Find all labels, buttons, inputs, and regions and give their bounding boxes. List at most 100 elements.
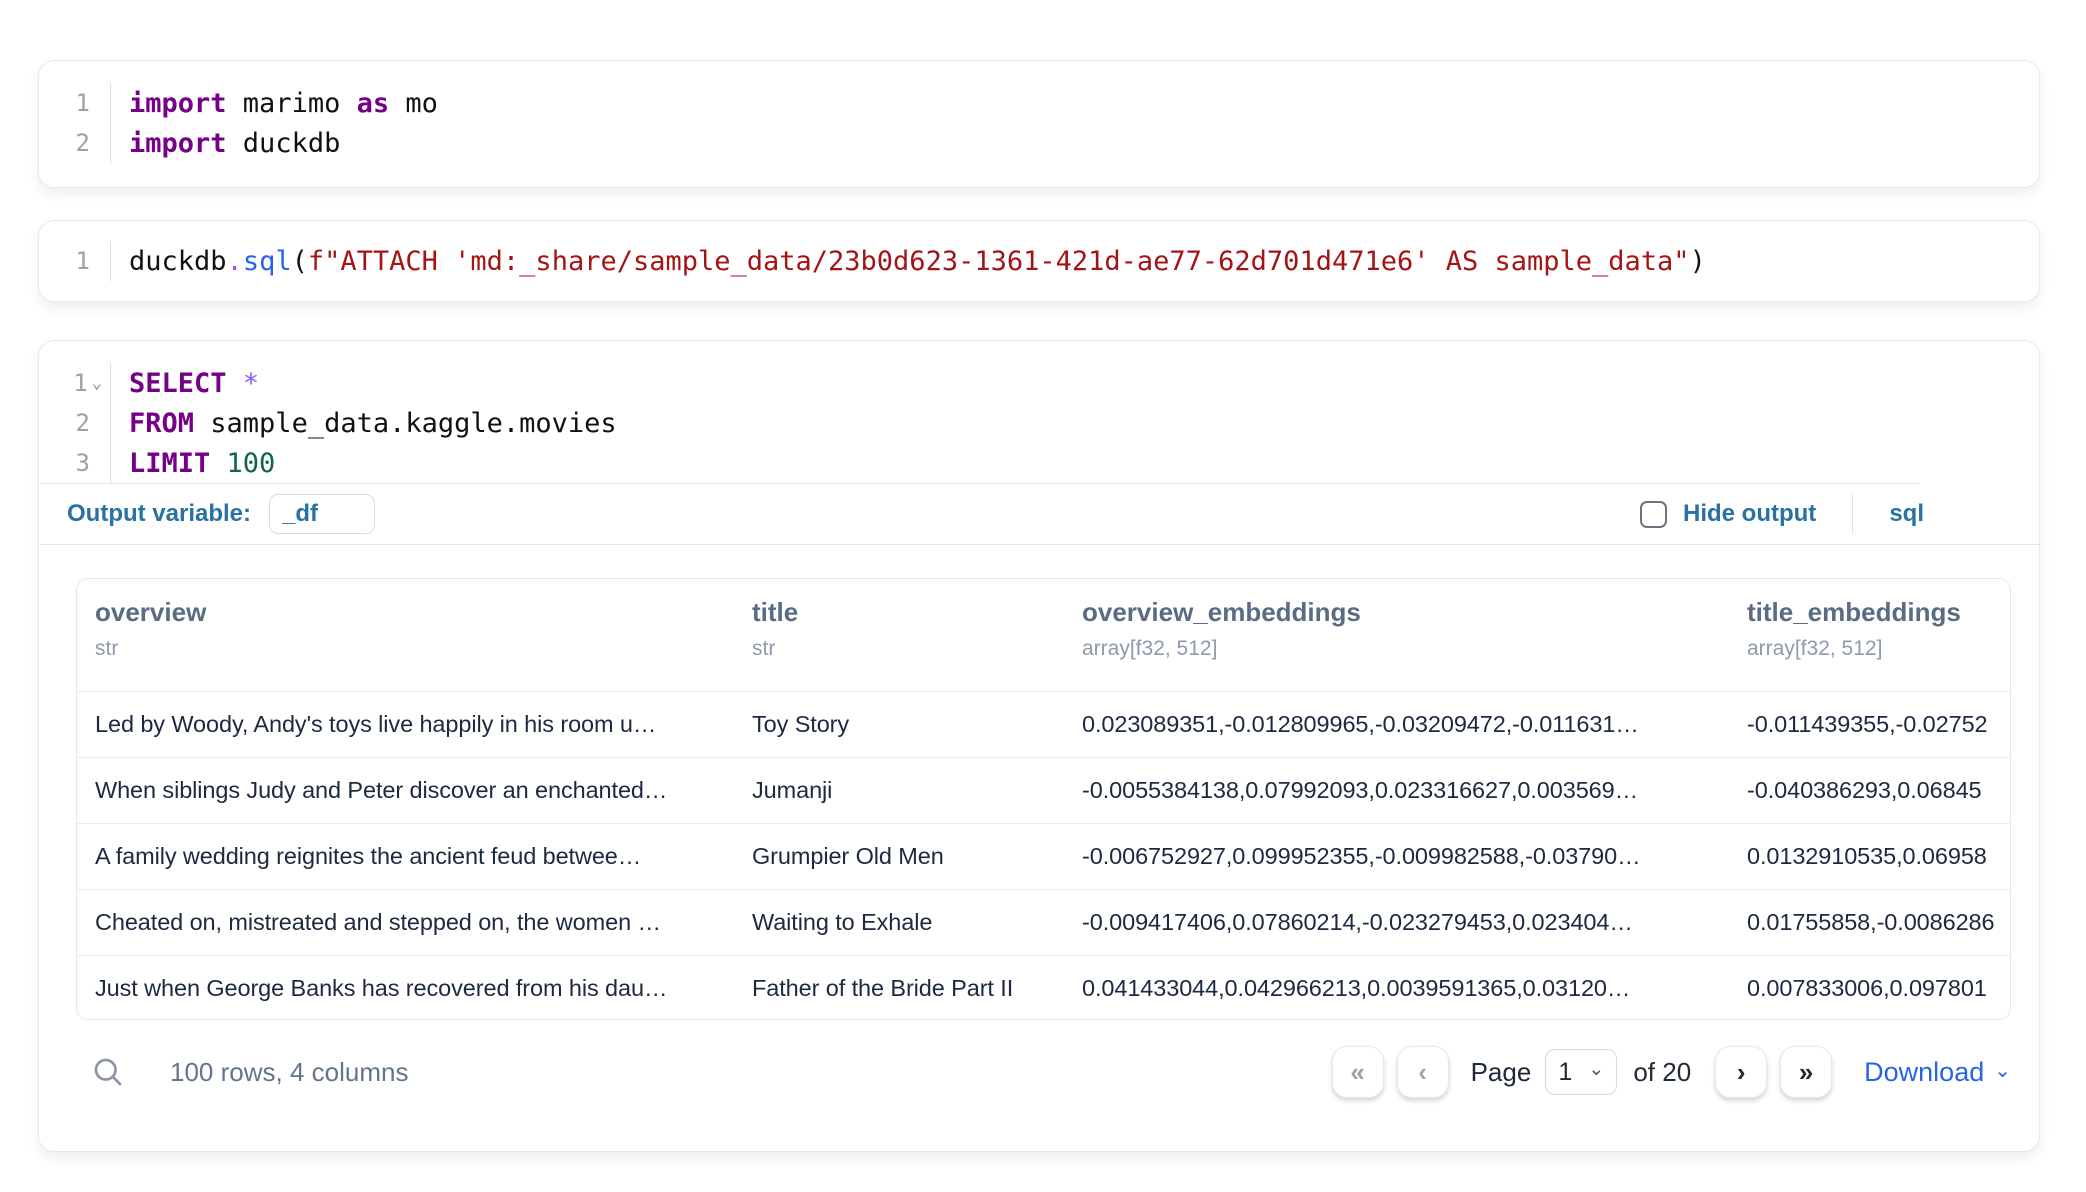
code-token: . [227, 246, 243, 277]
chevron-down-icon: ⌄ [1588, 1058, 1604, 1081]
table-row[interactable]: When siblings Judy and Peter discover an… [77, 757, 2010, 823]
cell-overview: A family wedding reignites the ancient f… [77, 843, 734, 870]
table-row[interactable]: Just when George Banks has recovered fro… [77, 955, 2010, 1020]
line-number: 2 [39, 403, 111, 443]
cell-overview: When siblings Judy and Peter discover an… [77, 777, 734, 804]
cell-title-embeddings: -0.040386293,0.06845 [1729, 777, 2010, 804]
code-token: ( [292, 246, 308, 277]
sql-cell-footer: Output variable: Hide output sql [39, 484, 2039, 545]
code-token: sql [243, 246, 292, 277]
search-icon[interactable] [90, 1054, 126, 1090]
language-toggle-sql[interactable]: sql [1889, 500, 1924, 528]
code-token [227, 368, 243, 399]
code-text: import duckdb [111, 128, 340, 159]
next-page-button[interactable]: › [1715, 1046, 1767, 1098]
code-line[interactable]: 3 LIMIT 100 [39, 443, 2039, 483]
code-editor[interactable]: 1⌄ SELECT * 2 FROM sample_data.kaggle.mo… [39, 341, 2039, 483]
code-editor[interactable]: 1 duckdb.sql(f"ATTACH 'md:_share/sample_… [39, 221, 2039, 281]
page-select[interactable]: 1 ⌄ [1545, 1049, 1617, 1095]
last-page-button[interactable]: » [1780, 1046, 1832, 1098]
column-header-title[interactable]: title str [734, 597, 1064, 691]
code-token: ) [1690, 246, 1706, 277]
column-header-title-embeddings[interactable]: title_embeddings array[f32, 512] [1729, 597, 2010, 691]
column-header-overview-embeddings[interactable]: overview_embeddings array[f32, 512] [1064, 597, 1729, 691]
line-number: 2 [39, 123, 111, 163]
output-variable-input[interactable] [269, 494, 375, 534]
code-token: LIMIT [129, 448, 210, 479]
cell-title: Father of the Bride Part II [734, 975, 1064, 1002]
code-token: 100 [227, 448, 276, 479]
line-number: 1⌄ [39, 363, 111, 403]
cell-overview-embeddings: -0.0055384138,0.07992093,0.023316627,0.0… [1064, 777, 1729, 804]
code-text: duckdb.sql(f"ATTACH 'md:_share/sample_da… [111, 246, 1706, 277]
cell-overview: Led by Woody, Andy's toys live happily i… [77, 711, 734, 738]
divider [1852, 494, 1853, 534]
cell-title: Grumpier Old Men [734, 843, 1064, 870]
page-select-value: 1 [1558, 1058, 1572, 1087]
cell-title-embeddings: 0.007833006,0.097801 [1729, 975, 2010, 1002]
code-token: FROM [129, 408, 194, 439]
code-line[interactable]: 1⌄ SELECT * [39, 363, 2039, 403]
code-token: mo [389, 88, 438, 119]
pagination: « ‹ Page 1 ⌄ of 20 › » Download ⌄ [1332, 1046, 2011, 1098]
page-label: Page [1471, 1057, 1532, 1088]
cell-overview-embeddings: 0.041433044,0.042966213,0.0039591365,0.0… [1064, 975, 1729, 1002]
code-cell-attach[interactable]: 1 duckdb.sql(f"ATTACH 'md:_share/sample_… [38, 220, 2040, 302]
cell-title-embeddings: 0.01755858,-0.0086286 [1729, 909, 2010, 936]
code-token [210, 448, 226, 479]
first-page-button[interactable]: « [1332, 1046, 1384, 1098]
cell-title: Jumanji [734, 777, 1064, 804]
fold-chevron-icon[interactable]: ⌄ [92, 375, 102, 392]
row-count-status: 100 rows, 4 columns [170, 1057, 408, 1088]
code-text: LIMIT 100 [111, 448, 275, 479]
code-token: import [129, 88, 227, 119]
code-line[interactable]: 2 import duckdb [39, 123, 2039, 163]
code-token: sample_data.kaggle.movies [194, 408, 617, 439]
code-text: import marimo as mo [111, 88, 438, 119]
code-token: import [129, 128, 227, 159]
total-pages-label: of 20 [1633, 1057, 1691, 1088]
code-editor[interactable]: 1 import marimo as mo 2 import duckdb [39, 61, 2039, 163]
code-line[interactable]: 1 duckdb.sql(f"ATTACH 'md:_share/sample_… [39, 241, 2039, 281]
chevron-down-icon: ⌄ [1994, 1058, 2011, 1083]
cell-title-embeddings: 0.0132910535,0.06958 [1729, 843, 2010, 870]
code-token: duckdb [129, 246, 227, 277]
line-number: 3 [39, 443, 111, 483]
table-row[interactable]: Cheated on, mistreated and stepped on, t… [77, 889, 2010, 955]
code-cell-imports[interactable]: 1 import marimo as mo 2 import duckdb [38, 60, 2040, 188]
cell-overview: Just when George Banks has recovered fro… [77, 975, 734, 1002]
code-token: as [357, 88, 390, 119]
cell-title: Waiting to Exhale [734, 909, 1064, 936]
table-header-row: overview str title str overview_embeddin… [77, 579, 2010, 691]
code-token: * [243, 368, 259, 399]
code-token: marimo [227, 88, 357, 119]
cell-output: overview str title str overview_embeddin… [39, 545, 2039, 1153]
column-header-overview[interactable]: overview str [77, 597, 734, 691]
code-line[interactable]: 1 import marimo as mo [39, 83, 2039, 123]
line-number: 1 [39, 83, 111, 123]
download-label: Download [1864, 1057, 1984, 1088]
code-line[interactable]: 2 FROM sample_data.kaggle.movies [39, 403, 2039, 443]
hide-output-label: Hide output [1683, 500, 1816, 528]
table-row[interactable]: Led by Woody, Andy's toys live happily i… [77, 691, 2010, 757]
download-button[interactable]: Download ⌄ [1864, 1057, 2011, 1088]
cell-title-embeddings: -0.011439355,-0.02752 [1729, 711, 2010, 738]
hide-output-checkbox[interactable] [1640, 501, 1667, 528]
cell-overview: Cheated on, mistreated and stepped on, t… [77, 909, 734, 936]
cell-overview-embeddings: -0.009417406,0.07860214,-0.023279453,0.0… [1064, 909, 1729, 936]
sql-cell: 1⌄ SELECT * 2 FROM sample_data.kaggle.mo… [38, 340, 2040, 1152]
output-variable-label: Output variable: [67, 500, 251, 528]
table-row[interactable]: A family wedding reignites the ancient f… [77, 823, 2010, 889]
marimo-notebook: 1 import marimo as mo 2 import duckdb 1 … [0, 0, 2086, 1192]
code-token: SELECT [129, 368, 227, 399]
table-footer: 100 rows, 4 columns « ‹ Page 1 ⌄ of 20 ›… [76, 1042, 2011, 1102]
prev-page-button[interactable]: ‹ [1397, 1046, 1449, 1098]
cell-title: Toy Story [734, 711, 1064, 738]
code-text: FROM sample_data.kaggle.movies [111, 408, 617, 439]
code-token: duckdb [227, 128, 341, 159]
code-token: f"ATTACH 'md:_share/sample_data/23b0d623… [308, 246, 1690, 277]
line-number: 1 [39, 241, 111, 281]
code-text: SELECT * [111, 368, 259, 399]
dataframe-table: overview str title str overview_embeddin… [76, 578, 2011, 1020]
cell-overview-embeddings: 0.023089351,-0.012809965,-0.03209472,-0.… [1064, 711, 1729, 738]
